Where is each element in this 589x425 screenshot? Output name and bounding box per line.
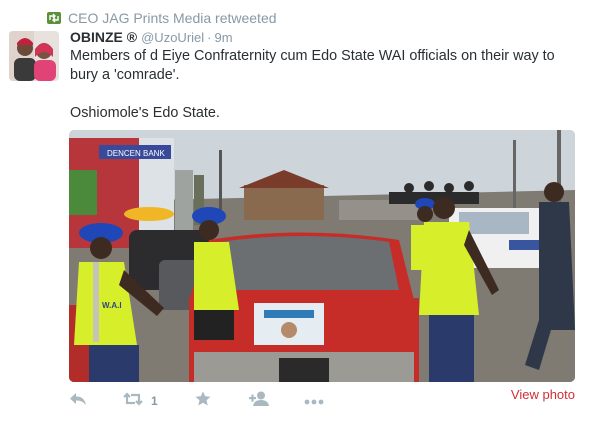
retweet-count: 1	[151, 394, 158, 408]
vest-badge-text: W.A.I	[102, 301, 122, 310]
tweet-actions: 1	[69, 390, 575, 412]
author-handle[interactable]: @UzoUriel	[141, 30, 204, 45]
tweet-text-line-2: Oshiomole's Edo State.	[70, 105, 220, 121]
tweet-timestamp[interactable]: 9m	[215, 30, 233, 45]
retweet-button[interactable]: 1	[123, 390, 158, 412]
avatar[interactable]	[9, 31, 59, 81]
shop-sign-text: DENCEN BANK	[107, 149, 165, 158]
author-name[interactable]: OBINZE ®	[70, 29, 137, 45]
tweet-text-line-1: Members of d Eiye Confraternity cum Edo …	[70, 48, 555, 83]
favorite-button[interactable]	[195, 390, 211, 412]
tweet-photo[interactable]: DENCEN BANK W.A.I	[69, 130, 575, 382]
follow-button[interactable]	[249, 390, 271, 412]
tweet-header: OBINZE ® @UzoUriel · 9m	[70, 29, 233, 45]
add-user-icon	[249, 391, 271, 411]
retweet-context-text: CEO JAG Prints Media retweeted	[68, 10, 277, 26]
tweet-card: CEO JAG Prints Media retweeted OBINZE ® …	[0, 0, 589, 425]
retweet-context[interactable]: CEO JAG Prints Media retweeted	[47, 9, 277, 27]
time-separator: ·	[207, 30, 212, 45]
reply-button[interactable]	[69, 390, 87, 412]
star-icon	[195, 391, 211, 411]
more-icon	[304, 392, 324, 410]
retweet-icon	[47, 12, 61, 24]
reply-icon	[69, 392, 87, 411]
more-button[interactable]	[304, 390, 324, 412]
retweet-icon	[123, 391, 143, 411]
tweet-text: Members of d Eiye Confraternity cum Edo …	[70, 47, 570, 123]
view-photo-link[interactable]: View photo	[511, 387, 575, 402]
